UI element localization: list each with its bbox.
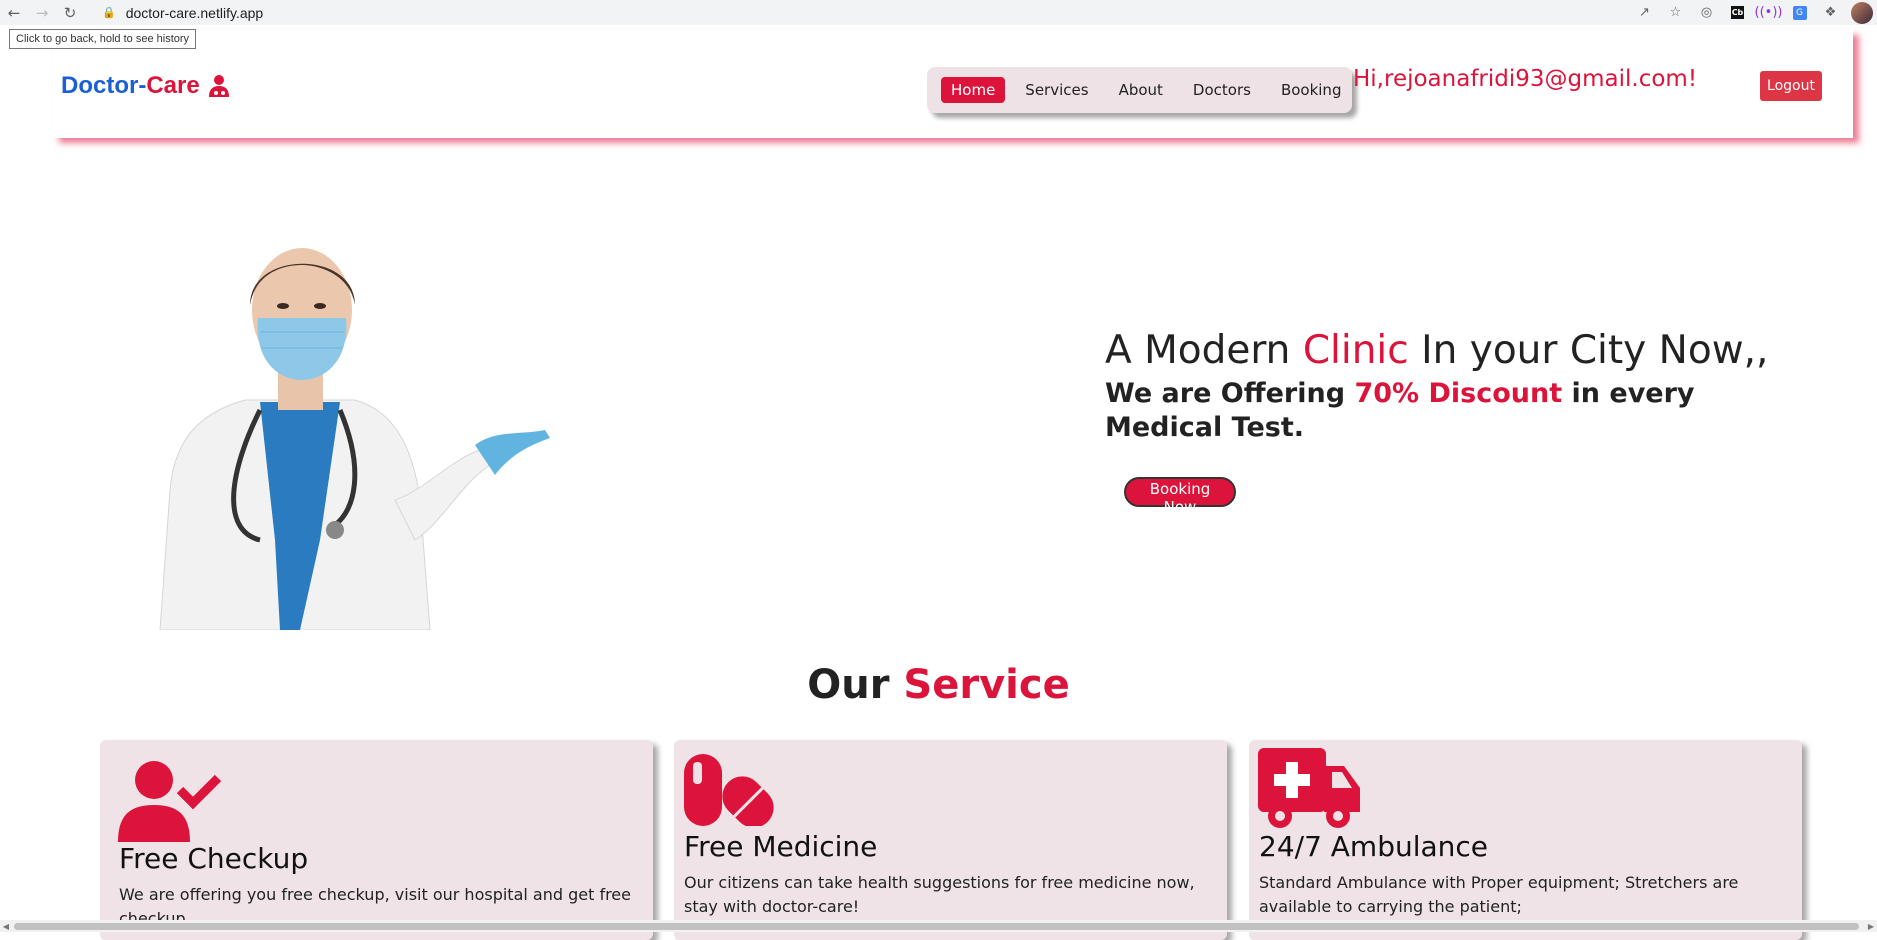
- services-heading: Our Service: [807, 662, 1070, 708]
- site-logo[interactable]: Doctor- Care: [61, 72, 230, 100]
- share-icon[interactable]: ↗: [1629, 0, 1660, 25]
- card-text: Standard Ambulance with Proper equipment…: [1259, 873, 1739, 916]
- hero-subtitle: We are Offering 70% Discount in every Me…: [1105, 378, 1695, 443]
- card-text: Our citizens can take health suggestions…: [684, 873, 1195, 916]
- globe-icon[interactable]: ◎: [1691, 0, 1722, 25]
- url-text[interactable]: doctor-care.netlify.app: [126, 5, 263, 21]
- service-card-medicine[interactable]: Free Medicine Our citizens can take heal…: [674, 740, 1227, 940]
- reload-icon[interactable]: ↻: [56, 0, 84, 25]
- user-greeting: Hi,rejoanafridi93@gmail.com!: [1353, 66, 1698, 92]
- nav-about[interactable]: About: [1109, 77, 1173, 103]
- nav-booking[interactable]: Booking: [1271, 77, 1352, 103]
- star-icon[interactable]: ☆: [1660, 0, 1691, 25]
- card-title: Free Medicine: [684, 830, 878, 863]
- scrollbar-thumb[interactable]: [14, 923, 1859, 930]
- extension-cb-icon[interactable]: Cb: [1722, 0, 1753, 25]
- service-card-checkup[interactable]: Free Checkup We are offering you free ch…: [100, 740, 653, 940]
- translate-icon[interactable]: G: [1784, 0, 1815, 25]
- avatar[interactable]: [1846, 0, 1877, 25]
- main-nav: Home Services About Doctors Booking: [927, 67, 1352, 113]
- card-title: 24/7 Ambulance: [1259, 830, 1489, 863]
- ambulance-icon: [1258, 748, 1360, 828]
- doctor-illustration: [159, 248, 550, 630]
- extension-icons: ↗ ☆ ◎ Cb ((•)) G ❖: [1629, 0, 1877, 25]
- hero-title: A Modern Clinic In your City Now,,: [1105, 328, 1769, 373]
- booking-now-button[interactable]: Booking Now: [1124, 477, 1236, 516]
- hero-text: A Modern Clinic In your City Now,, We ar…: [1105, 325, 1805, 445]
- card-title: Free Checkup: [119, 842, 309, 875]
- back-tooltip: Click to go back, hold to see history: [9, 29, 197, 49]
- address-bar[interactable]: 🔒 doctor-care.netlify.app: [102, 0, 263, 25]
- scroll-left-icon[interactable]: ◀: [0, 920, 12, 932]
- nav-services[interactable]: Services: [1015, 77, 1098, 103]
- puzzle-icon[interactable]: ❖: [1815, 0, 1846, 25]
- user-check-icon: [118, 761, 222, 842]
- nav-doctors[interactable]: Doctors: [1183, 77, 1261, 103]
- logout-button[interactable]: Logout: [1760, 71, 1822, 101]
- scroll-right-icon[interactable]: ▶: [1865, 920, 1877, 932]
- site-header: Doctor- Care Home Services About Doctors …: [53, 30, 1853, 138]
- logo-text-doctor: Doctor-: [61, 72, 147, 99]
- lock-icon: 🔒: [102, 6, 116, 19]
- browser-toolbar: ← → ↻ 🔒 doctor-care.netlify.app ↗ ☆ ◎ Cb…: [0, 0, 1877, 25]
- pills-icon: [684, 754, 774, 826]
- service-card-ambulance[interactable]: 24/7 Ambulance Standard Ambulance with P…: [1249, 740, 1802, 940]
- forward-arrow-icon[interactable]: →: [28, 0, 56, 25]
- back-arrow-icon[interactable]: ←: [0, 0, 28, 25]
- broadcast-icon[interactable]: ((•)): [1753, 0, 1784, 25]
- logo-text-care: Care: [146, 72, 200, 99]
- doctor-icon: [208, 75, 229, 97]
- nav-home[interactable]: Home: [941, 77, 1006, 103]
